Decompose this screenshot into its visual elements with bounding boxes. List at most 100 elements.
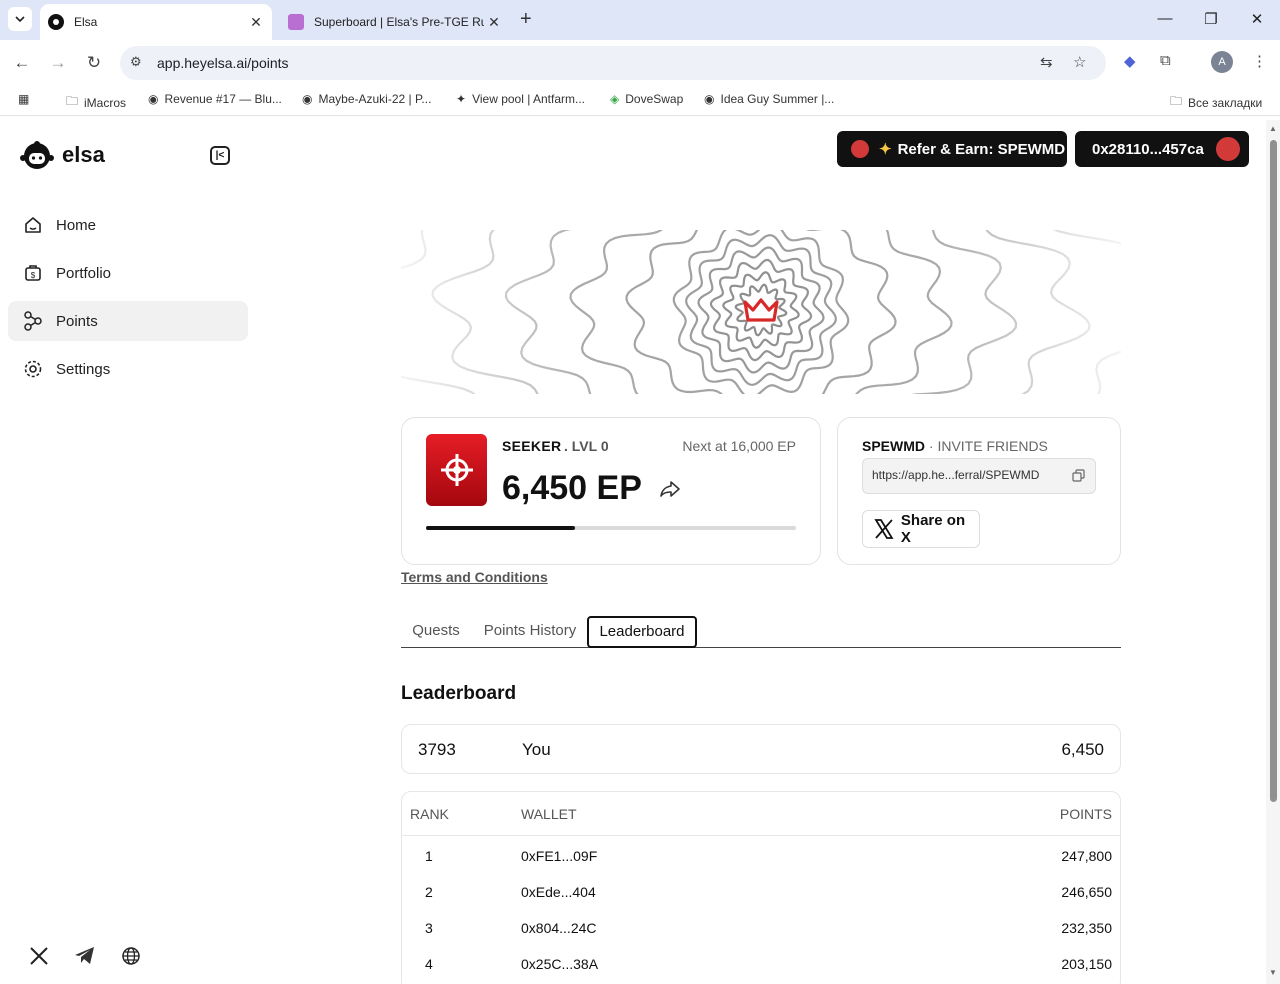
bookmark-doveswap[interactable]: ◈ DoveSwap (610, 92, 683, 106)
all-bookmarks-label: Все закладки (1188, 95, 1263, 110)
folder-icon: 🗀 (66, 94, 79, 108)
row-rank: 4 (425, 956, 433, 972)
points-card: SEEKER . LVL 0 Next at 16,000 EP 6,450 E… (401, 417, 821, 565)
tab-title: Superboard | Elsa's Pre-TGE Rus (314, 15, 484, 29)
wallet-button[interactable]: 0x28110...457ca (1075, 131, 1249, 167)
points-hero-banner (401, 230, 1121, 394)
row-wallet: 0xEde...404 (521, 884, 596, 900)
new-tab-button[interactable]: + (520, 9, 532, 29)
forward-icon[interactable]: → (48, 53, 68, 73)
collapse-sidebar-button[interactable]: |< (210, 146, 230, 165)
scroll-up-icon[interactable]: ▲ (1269, 124, 1277, 133)
bookmark-antfarm[interactable]: ✦ View pool | Antfarm... (456, 92, 585, 106)
seeker-badge-icon (426, 434, 487, 506)
tab-strip: Elsa ✕ Superboard | Elsa's Pre-TGE Rus ✕… (0, 0, 1280, 40)
sidebar-item-settings[interactable]: Settings (8, 349, 248, 389)
address-bar[interactable]: ⚙ app.heyelsa.ai/points ⇆ ☆ (120, 46, 1106, 80)
close-tab-icon[interactable]: ✕ (484, 14, 504, 31)
page-scrollbar[interactable]: ▲ ▼ (1266, 120, 1280, 984)
copy-icon[interactable] (1072, 469, 1085, 482)
invite-title-suffix: · INVITE FRIENDS (925, 438, 1048, 454)
bookmark-azuki[interactable]: ◉ Maybe-Azuki-22 | P... (302, 92, 431, 106)
share-on-x-label: Share on X (900, 512, 966, 546)
back-icon[interactable]: ← (12, 53, 32, 73)
eye-icon: ◉ (704, 92, 715, 106)
sidebar-item-label: Home (56, 216, 97, 234)
your-name: You (522, 740, 551, 759)
close-tab-icon[interactable]: ✕ (246, 14, 266, 31)
share-on-x-button[interactable]: Share on X (862, 510, 980, 548)
close-window-icon[interactable]: ✕ (1247, 10, 1267, 28)
level-label: . LVL 0 (564, 438, 609, 454)
sidebar-item-points[interactable]: Points (8, 301, 248, 341)
portfolio-icon: $ (22, 262, 44, 284)
minimize-icon[interactable]: — (1155, 10, 1175, 27)
level-progress-bar (426, 526, 796, 530)
sparkle-icon: ✦ (879, 141, 892, 158)
tab-quests[interactable]: Quests (401, 616, 471, 648)
robot-avatar-icon (851, 140, 869, 158)
x-social-icon[interactable] (27, 944, 51, 968)
referral-link-field[interactable]: https://app.he...ferral/SPEWMD (862, 458, 1096, 494)
column-header-rank: RANK (410, 806, 449, 822)
tab-search-button[interactable] (8, 7, 32, 31)
terms-link[interactable]: Terms and Conditions (401, 569, 548, 585)
row-rank: 3 (425, 920, 433, 936)
translate-icon[interactable]: ⇆ (1040, 53, 1053, 71)
tab-leaderboard[interactable]: Leaderboard (587, 616, 697, 648)
url-text[interactable]: app.heyelsa.ai/points (157, 55, 289, 71)
puzzle-icon[interactable]: ⧉ (1160, 52, 1171, 69)
reload-icon[interactable]: ↻ (84, 53, 104, 73)
table-row: 2 0xEde...404 246,650 (402, 872, 1120, 908)
folder-icon: 🗀 (1170, 94, 1183, 108)
restore-icon[interactable]: ❐ (1201, 10, 1221, 28)
bookmark-star-icon[interactable]: ☆ (1073, 53, 1086, 71)
profile-avatar[interactable]: A (1211, 51, 1233, 73)
bookmark-label: Idea Guy Summer |... (720, 92, 835, 106)
wave-pattern-graphic (401, 230, 1121, 394)
bookmark-revenue[interactable]: ◉ Revenue #17 — Blu... (148, 92, 282, 106)
elsa-logo[interactable]: elsa (20, 140, 105, 170)
telegram-icon[interactable] (73, 944, 97, 968)
apps-grid-icon[interactable]: ▦ (18, 92, 29, 106)
your-rank: 3793 (418, 740, 456, 759)
points-icon (22, 310, 44, 332)
row-wallet: 0xFE1...09F (521, 848, 598, 864)
wallet-avatar-icon (1215, 137, 1240, 161)
browser-tab-elsa[interactable]: Elsa ✕ (40, 4, 272, 40)
table-row: 3 0x804...24C 232,350 (402, 908, 1120, 944)
menu-kebab-icon[interactable]: ⋮ (1252, 52, 1267, 70)
table-row: 1 0xFE1...09F 247,800 (402, 836, 1120, 872)
sidebar-item-home[interactable]: Home (8, 205, 248, 245)
chevron-down-icon (15, 15, 25, 22)
level-progress-fill (426, 526, 576, 530)
table-row: 4 0x25C...38A 203,150 (402, 944, 1120, 980)
sidebar-item-label: Portfolio (56, 264, 112, 282)
row-points: 203,150 (1061, 956, 1112, 972)
row-rank: 1 (425, 848, 433, 864)
bookmark-label: Maybe-Azuki-22 | P... (318, 92, 432, 106)
bookmark-label: iMacros (84, 95, 127, 110)
bookmark-idea-guy[interactable]: ◉ Idea Guy Summer |... (704, 92, 834, 106)
bookmark-label: DoveSwap (625, 92, 684, 106)
extension-icon[interactable]: ◆ (1124, 52, 1136, 70)
browser-tab-superboard[interactable]: Superboard | Elsa's Pre-TGE Rus ✕ (280, 4, 510, 40)
scroll-down-icon[interactable]: ▼ (1269, 968, 1277, 977)
row-points: 246,650 (1061, 884, 1112, 900)
globe-icon[interactable] (119, 944, 143, 968)
sidebar-item-portfolio[interactable]: $ Portfolio (8, 253, 248, 293)
your-rank-row: 3793 You 6,450 (401, 724, 1121, 774)
superboard-favicon-icon (288, 14, 304, 30)
all-bookmarks[interactable]: 🗀 Все закладки (1170, 92, 1262, 113)
tab-points-history[interactable]: Points History (477, 616, 583, 648)
scrollbar-thumb[interactable] (1270, 140, 1277, 802)
site-info-icon[interactable]: ⚙ (130, 54, 142, 70)
row-rank: 2 (425, 884, 433, 900)
tier-name: SEEKER (502, 438, 562, 454)
gear-icon (22, 358, 44, 380)
eye-icon: ◉ (302, 92, 313, 106)
bookmark-imacros[interactable]: 🗀 iMacros (66, 92, 126, 113)
row-points: 247,800 (1061, 848, 1112, 864)
refer-earn-button[interactable]: ✦ Refer & Earn: SPEWMD (837, 131, 1067, 167)
share-arrow-icon[interactable] (659, 480, 681, 503)
